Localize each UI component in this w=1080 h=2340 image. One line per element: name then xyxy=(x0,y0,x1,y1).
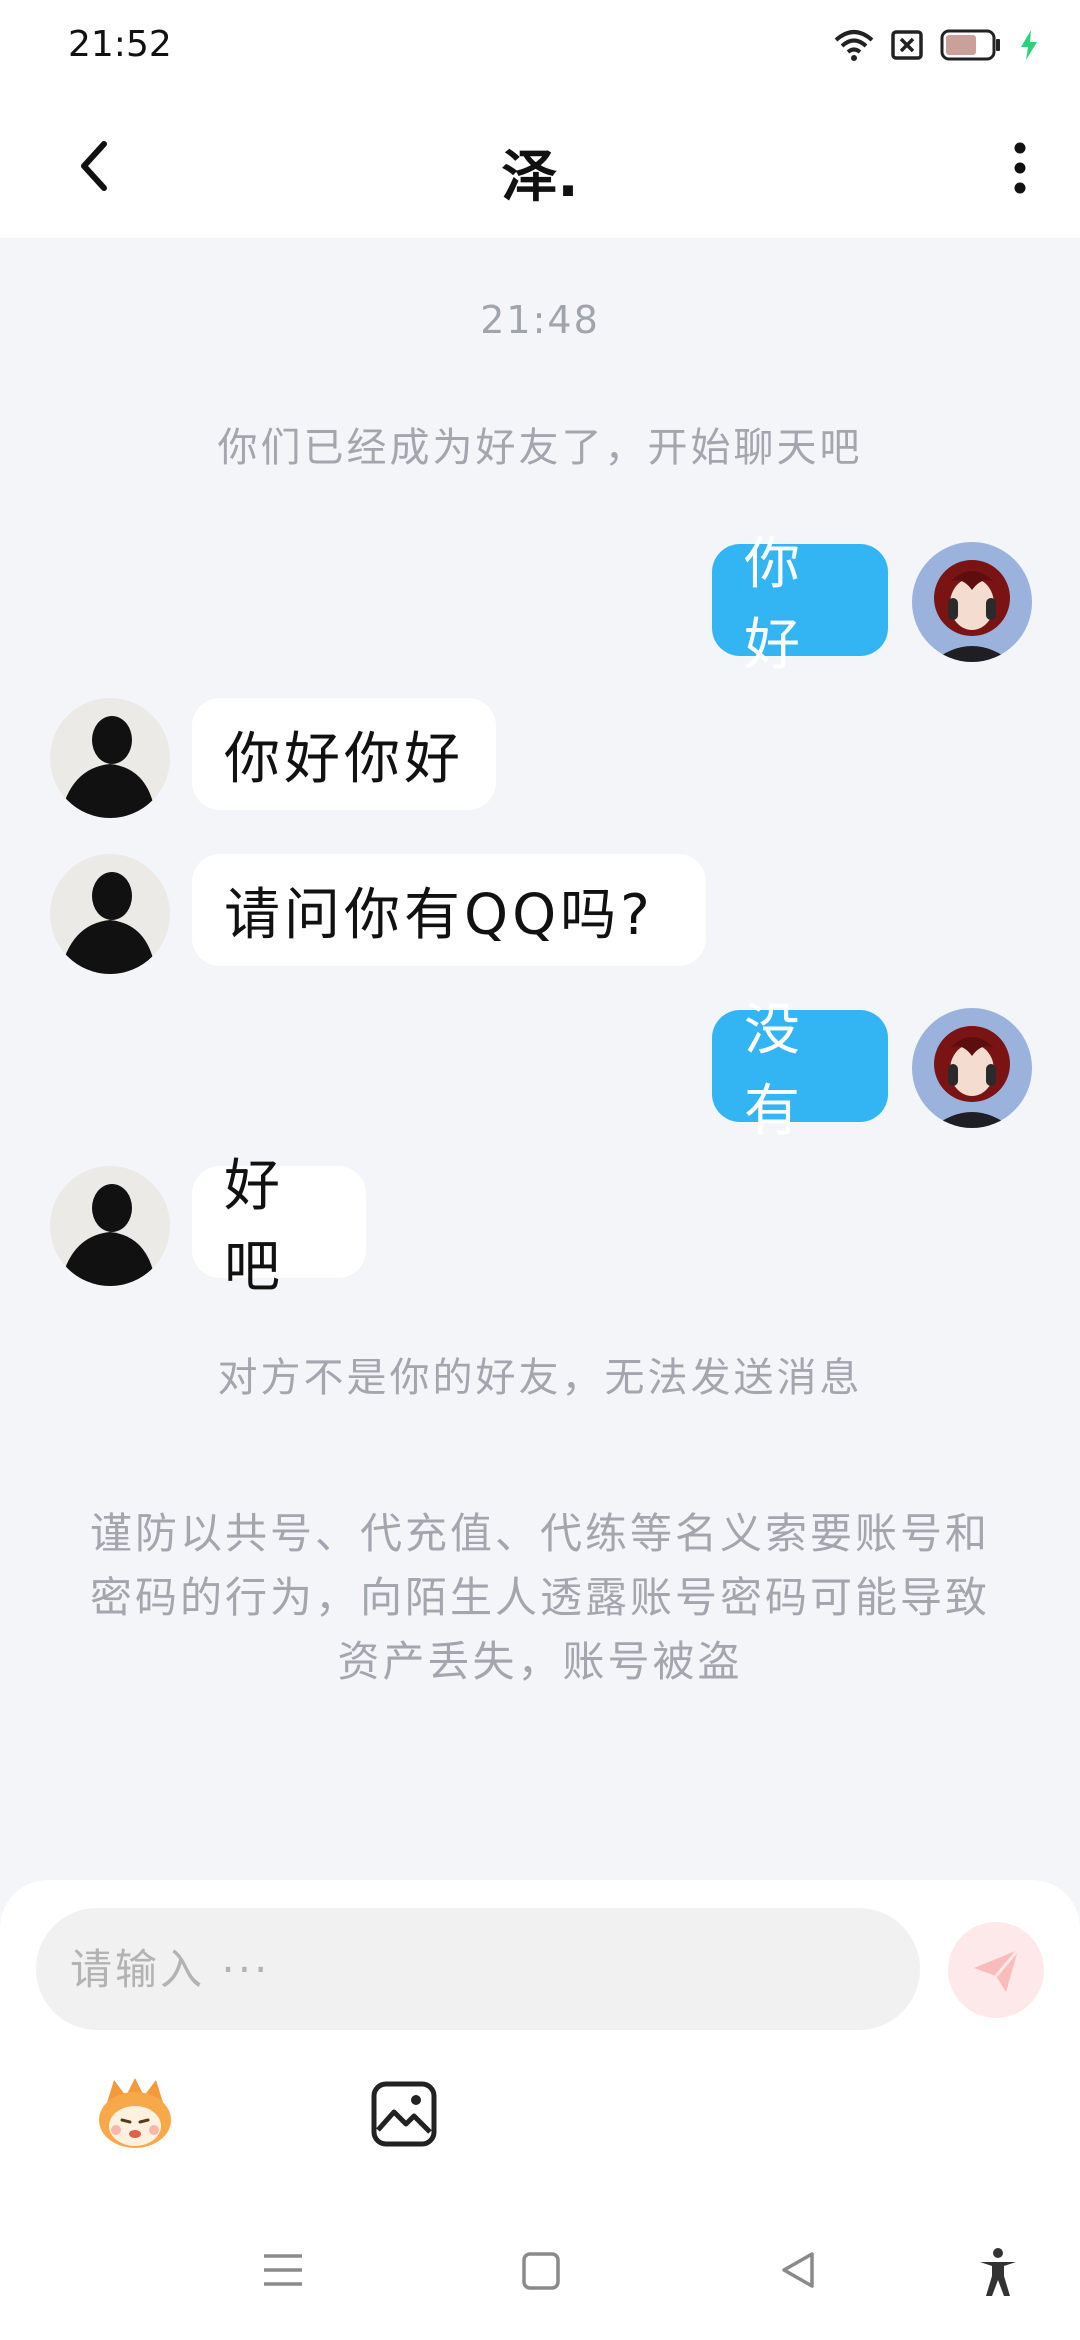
message-input[interactable] xyxy=(36,1908,920,2030)
chat-area[interactable]: 21:48 你们已经成为好友了，开始聊天吧 你好 你好你好 请问你有QQ吗? 没… xyxy=(0,238,1080,1878)
send-button[interactable] xyxy=(948,1922,1044,2018)
more-vertical-icon xyxy=(1014,142,1026,194)
outgoing-message-bubble[interactable]: 你好 xyxy=(712,532,888,678)
more-options-button[interactable] xyxy=(1000,136,1040,200)
home-icon xyxy=(522,2252,560,2290)
wifi-icon xyxy=(834,28,874,66)
contact-avatar[interactable] xyxy=(50,1166,170,1286)
chat-title: 泽. xyxy=(501,145,579,210)
menu-icon xyxy=(264,2254,302,2286)
contact-avatar[interactable] xyxy=(50,698,170,818)
incoming-message-bubble[interactable]: 请问你有QQ吗? xyxy=(192,854,706,966)
back-triangle-icon xyxy=(782,2252,814,2288)
chat-header: 泽. xyxy=(0,96,1080,238)
accessibility-icon xyxy=(980,2248,1016,2296)
nav-back-button[interactable] xyxy=(776,2246,818,2298)
message-timestamp: 21:48 xyxy=(480,298,600,342)
sim-off-icon xyxy=(890,28,924,66)
system-nav-bar xyxy=(0,2220,1080,2340)
security-warning: 谨防以共号、代充值、代练等名义索要账号和密码的行为，向陌生人透露账号密码可能导致… xyxy=(90,1509,991,1686)
friend-added-notice: 你们已经成为好友了，开始聊天吧 xyxy=(217,425,863,471)
incoming-message-bubble[interactable]: 你好你好 xyxy=(192,698,496,810)
contact-avatar[interactable] xyxy=(50,854,170,974)
menu-button[interactable] xyxy=(262,2246,304,2298)
status-time: 21:52 xyxy=(68,24,172,65)
accessibility-button[interactable] xyxy=(976,2246,1020,2302)
incoming-message-bubble[interactable]: 好吧 xyxy=(192,1154,366,1300)
my-avatar[interactable] xyxy=(912,542,1032,662)
outgoing-message-bubble[interactable]: 没有 xyxy=(712,998,888,1144)
status-bar: 21:52 xyxy=(0,0,1080,96)
emoji-sticker-button[interactable] xyxy=(92,2076,178,2156)
charging-icon xyxy=(1018,28,1040,66)
send-icon xyxy=(974,1949,1020,1992)
my-avatar[interactable] xyxy=(912,1008,1032,1128)
not-friend-notice: 对方不是你的好友，无法发送消息 xyxy=(217,1355,863,1401)
home-button[interactable] xyxy=(520,2246,562,2298)
image-icon xyxy=(371,2081,437,2147)
image-picker-button[interactable] xyxy=(370,2080,438,2152)
emoji-sticker-icon xyxy=(99,2078,171,2148)
battery-icon xyxy=(940,28,1002,66)
status-icons xyxy=(834,28,1040,66)
